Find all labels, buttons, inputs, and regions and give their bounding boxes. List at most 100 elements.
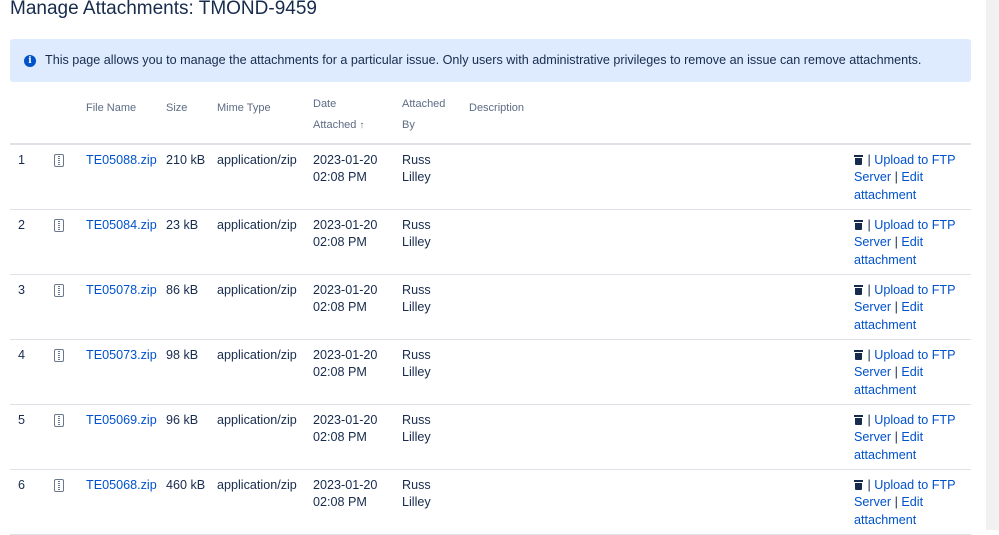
time-value: 02:08 PM <box>313 300 367 315</box>
mime-type: application/zip <box>217 413 297 427</box>
zip-file-icon <box>54 414 64 427</box>
date-value: 2023-01-20 <box>313 218 378 232</box>
author-last: Lilley <box>402 235 431 250</box>
attached-by: Russ Lilley <box>402 282 452 317</box>
author-last: Lilley <box>402 300 431 315</box>
header-file-name[interactable]: File Name <box>86 98 136 119</box>
trash-icon[interactable] <box>854 285 863 295</box>
header-description[interactable]: Description <box>469 98 524 119</box>
file-name-link[interactable]: TE05068.zip <box>86 478 157 492</box>
file-size: 210 kB <box>166 153 206 167</box>
date-attached: 2023-01-20 02:08 PM <box>313 477 393 512</box>
info-text: This page allows you to manage the attac… <box>45 53 922 67</box>
page-title: Manage Attachments: TMOND-9459 <box>10 0 317 19</box>
attached-by: Russ Lilley <box>402 477 452 512</box>
action-separator: | <box>867 478 871 492</box>
header-date-line2: Attached <box>313 119 357 131</box>
row-index: 6 <box>18 478 26 492</box>
mime-type: application/zip <box>217 348 297 362</box>
row-actions: | Upload to FTP Server | Edit attachment <box>854 347 966 399</box>
trash-icon[interactable] <box>854 480 863 490</box>
date-attached: 2023-01-20 02:08 PM <box>313 217 393 252</box>
zip-file-icon <box>54 479 64 492</box>
attached-by: Russ Lilley <box>402 217 452 252</box>
table-row: 6 TE05068.zip 460 kB application/zip 202… <box>10 470 971 535</box>
row-index: 4 <box>18 348 26 362</box>
row-actions: | Upload to FTP Server | Edit attachment <box>854 282 966 334</box>
time-value: 02:08 PM <box>313 430 367 445</box>
zip-file-icon <box>54 349 64 362</box>
row-actions: | Upload to FTP Server | Edit attachment <box>854 412 966 464</box>
action-separator: | <box>894 170 898 185</box>
sort-ascending-icon[interactable]: ↑ <box>359 120 364 131</box>
date-attached: 2023-01-20 02:08 PM <box>313 282 393 317</box>
mime-type: application/zip <box>217 218 297 232</box>
author-last: Lilley <box>402 170 431 185</box>
header-attached-by[interactable]: Attached By <box>402 94 445 136</box>
file-size: 23 kB <box>166 218 199 232</box>
author-last: Lilley <box>402 495 431 510</box>
action-separator: | <box>894 300 898 315</box>
table-header: File Name Size Mime Type Date Attached ↑ … <box>10 92 971 145</box>
table-row: 2 TE05084.zip 23 kB application/zip 2023… <box>10 210 971 275</box>
time-value: 02:08 PM <box>313 365 367 380</box>
action-separator: | <box>894 365 898 380</box>
action-separator: | <box>894 495 898 510</box>
author-first: Russ <box>402 218 431 232</box>
page-scrollbar[interactable] <box>986 0 999 530</box>
table-row: 5 TE05069.zip 96 kB application/zip 2023… <box>10 405 971 470</box>
file-name-link[interactable]: TE05078.zip <box>86 283 157 297</box>
mime-type: application/zip <box>217 153 297 167</box>
action-separator: | <box>867 348 871 362</box>
trash-icon[interactable] <box>854 220 863 230</box>
date-value: 2023-01-20 <box>313 413 378 427</box>
author-first: Russ <box>402 283 431 297</box>
header-by-line2: By <box>402 119 415 131</box>
row-index: 3 <box>18 283 26 297</box>
date-attached: 2023-01-20 02:08 PM <box>313 412 393 447</box>
action-separator: | <box>867 218 871 232</box>
table-row: 1 TE05088.zip 210 kB application/zip 202… <box>10 145 971 210</box>
date-value: 2023-01-20 <box>313 348 378 362</box>
header-size[interactable]: Size <box>166 98 187 119</box>
table-row: 3 TE05078.zip 86 kB application/zip 2023… <box>10 275 971 340</box>
attachments-table: File Name Size Mime Type Date Attached ↑ … <box>10 92 971 535</box>
table-row: 4 TE05073.zip 98 kB application/zip 2023… <box>10 340 971 405</box>
file-name-link[interactable]: TE05069.zip <box>86 413 157 427</box>
header-date-attached[interactable]: Date Attached ↑ <box>313 94 364 136</box>
action-separator: | <box>867 153 871 167</box>
file-name-link[interactable]: TE05088.zip <box>86 153 157 167</box>
date-attached: 2023-01-20 02:08 PM <box>313 152 393 187</box>
mime-type: application/zip <box>217 478 297 492</box>
zip-file-icon <box>54 154 64 167</box>
trash-icon[interactable] <box>854 350 863 360</box>
zip-file-icon <box>54 284 64 297</box>
date-value: 2023-01-20 <box>313 283 378 297</box>
author-first: Russ <box>402 478 431 492</box>
file-size: 96 kB <box>166 413 199 427</box>
row-index: 1 <box>18 153 26 167</box>
row-actions: | Upload to FTP Server | Edit attachment <box>854 152 966 204</box>
zip-file-icon <box>54 219 64 232</box>
time-value: 02:08 PM <box>313 235 367 250</box>
time-value: 02:08 PM <box>313 170 367 185</box>
action-separator: | <box>894 235 898 250</box>
file-name-link[interactable]: TE05084.zip <box>86 218 157 232</box>
header-date-line1: Date <box>313 98 337 110</box>
time-value: 02:08 PM <box>313 495 367 510</box>
row-actions: | Upload to FTP Server | Edit attachment <box>854 477 966 529</box>
file-size: 86 kB <box>166 283 199 297</box>
file-name-link[interactable]: TE05073.zip <box>86 348 157 362</box>
action-separator: | <box>894 430 898 445</box>
header-mime-type[interactable]: Mime Type <box>217 98 271 119</box>
header-by-line1: Attached <box>402 98 446 110</box>
author-last: Lilley <box>402 365 431 380</box>
author-first: Russ <box>402 348 431 362</box>
trash-icon[interactable] <box>854 155 863 165</box>
info-icon: i <box>24 55 36 67</box>
author-last: Lilley <box>402 430 431 445</box>
date-value: 2023-01-20 <box>313 478 378 492</box>
date-attached: 2023-01-20 02:08 PM <box>313 347 393 382</box>
trash-icon[interactable] <box>854 415 863 425</box>
attached-by: Russ Lilley <box>402 412 452 447</box>
